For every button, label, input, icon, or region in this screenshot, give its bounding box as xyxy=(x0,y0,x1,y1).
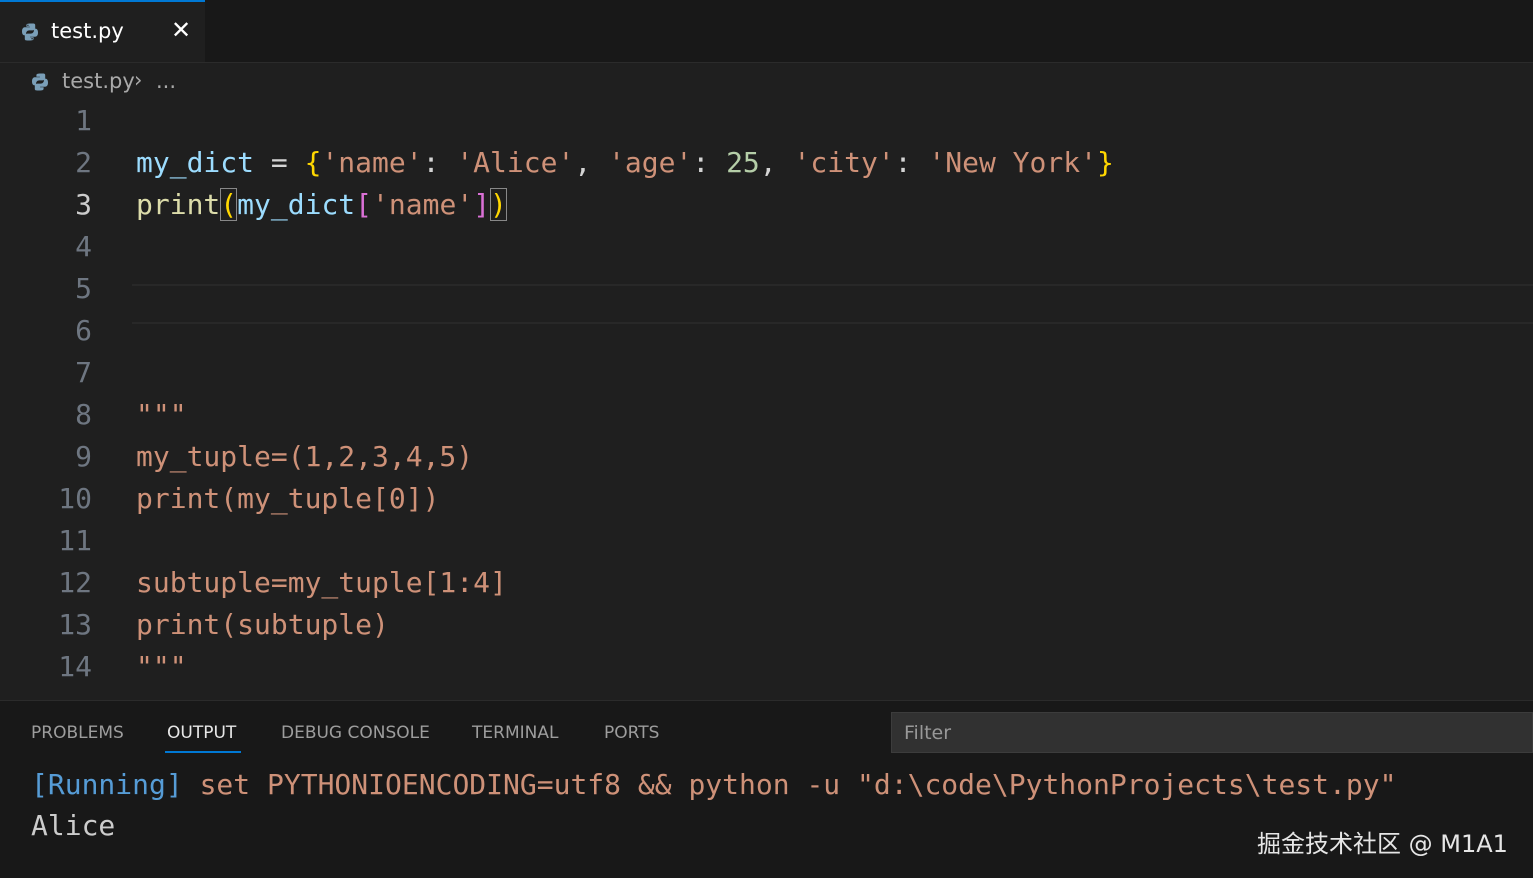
line-number: 5 xyxy=(75,272,92,305)
run-command: set PYTHONIOENCODING=utf8 && python -u "… xyxy=(182,768,1397,801)
active-tab-indicator xyxy=(165,751,241,753)
running-tag: [Running] xyxy=(31,768,183,801)
watermark: 掘金技术社区 @ M1A1 xyxy=(1257,830,1508,858)
tab-problems[interactable]: PROBLEMS xyxy=(31,723,124,743)
line-number: 13 xyxy=(58,608,92,641)
code-line: """ xyxy=(136,398,187,431)
tab-ports[interactable]: PORTS xyxy=(604,723,659,743)
line-number: 4 xyxy=(75,230,92,263)
line-number: 2 xyxy=(75,146,92,179)
python-icon xyxy=(32,73,48,91)
current-line-highlight xyxy=(132,284,1533,324)
tab-terminal[interactable]: TERMINAL xyxy=(472,723,558,743)
filter-placeholder: Filter xyxy=(904,722,952,744)
code-editor[interactable]: 1 2 3 4 5 6 7 8 9 10 11 12 13 14 my_dict… xyxy=(0,100,1533,700)
code-line: print(my_dict['name']) xyxy=(136,188,507,221)
code-line: my_tuple=(1,2,3,4,5) xyxy=(136,440,474,473)
code-line: print(my_tuple[0]) xyxy=(136,482,440,515)
output-running-line: [Running] set PYTHONIOENCODING=utf8 && p… xyxy=(31,768,1396,801)
tab-label: test.py xyxy=(51,19,124,43)
line-number: 14 xyxy=(58,650,92,683)
line-number: 9 xyxy=(75,440,92,473)
tab-debug-console[interactable]: DEBUG CONSOLE xyxy=(281,723,430,743)
filter-input[interactable]: Filter xyxy=(891,712,1533,753)
tab-test-py[interactable]: test.py ✕ xyxy=(0,0,205,62)
code-line: print(subtuple) xyxy=(136,608,389,641)
line-number-active: 3 xyxy=(75,188,92,221)
line-number: 8 xyxy=(75,398,92,431)
editor-tab-bar: test.py ✕ xyxy=(0,0,1533,63)
breadcrumb-symbols[interactable]: ... xyxy=(156,69,176,93)
code-line: """ xyxy=(136,650,187,683)
chevron-right-icon: › xyxy=(134,68,143,92)
line-number: 7 xyxy=(75,356,92,389)
line-number: 12 xyxy=(58,566,92,599)
close-icon[interactable]: ✕ xyxy=(168,17,194,43)
line-number: 6 xyxy=(75,314,92,347)
python-icon xyxy=(22,23,38,41)
line-number: 11 xyxy=(58,524,92,557)
output-result: Alice xyxy=(31,809,116,842)
line-number: 1 xyxy=(75,104,92,137)
code-line: my_dict = {'name': 'Alice', 'age': 25, '… xyxy=(136,146,1114,179)
breadcrumb-file[interactable]: test.py xyxy=(62,69,135,93)
tab-output[interactable]: OUTPUT xyxy=(167,723,236,743)
code-line: subtuple=my_tuple[1:4] xyxy=(136,566,507,599)
line-number: 10 xyxy=(58,482,92,515)
